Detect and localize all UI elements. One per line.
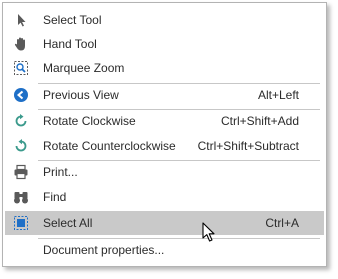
back-arrow-icon	[13, 87, 29, 103]
menu-item-previous-view[interactable]: Previous View Alt+Left	[5, 83, 324, 107]
menu-item-label: Print...	[43, 165, 78, 179]
menu-item-label: Rotate Clockwise	[43, 114, 136, 128]
menu-item-label: Select Tool	[43, 13, 102, 27]
printer-icon	[13, 164, 29, 180]
menu-item-label: Previous View	[43, 88, 119, 102]
menu-item-select-tool[interactable]: Select Tool	[5, 8, 324, 32]
context-menu: Select Tool Hand Tool Marquee Zoom Previ…	[2, 2, 327, 267]
hand-icon	[13, 36, 29, 52]
menu-item-label: Select All	[43, 216, 93, 230]
menu-item-label: Hand Tool	[43, 37, 97, 51]
menu-item-rotate-clockwise[interactable]: Rotate Clockwise Ctrl+Shift+Add	[5, 109, 324, 133]
menu-item-label: Marquee Zoom	[43, 61, 125, 75]
binoculars-icon	[13, 189, 29, 205]
menu-item-shortcut: Ctrl+A	[265, 216, 299, 230]
select-all-icon	[13, 215, 29, 231]
menu-item-select-all[interactable]: Select All Ctrl+A	[5, 211, 324, 235]
menu-item-label: Rotate Counterclockwise	[43, 139, 176, 153]
menu-item-print[interactable]: Print...	[5, 160, 324, 184]
mouse-pointer-icon	[202, 222, 218, 244]
rotate-counterclockwise-icon	[13, 138, 29, 154]
menu-item-find[interactable]: Find	[5, 185, 324, 209]
menu-item-document-properties[interactable]: Document properties...	[5, 238, 324, 262]
menu-item-shortcut: Alt+Left	[257, 88, 299, 102]
menu-item-hand-tool[interactable]: Hand Tool	[5, 32, 324, 56]
menu-item-rotate-counterclockwise[interactable]: Rotate Counterclockwise Ctrl+Shift+Subtr…	[5, 134, 324, 158]
menu-item-label: Find	[43, 190, 67, 204]
menu-item-label: Document properties...	[43, 243, 165, 257]
cursor-arrow-icon	[13, 12, 29, 28]
rotate-clockwise-icon	[13, 113, 29, 129]
marquee-zoom-icon	[13, 60, 29, 76]
menu-item-shortcut: Ctrl+Shift+Subtract	[197, 139, 299, 153]
menu-item-shortcut: Ctrl+Shift+Add	[220, 114, 299, 128]
menu-item-marquee-zoom[interactable]: Marquee Zoom	[5, 56, 324, 80]
